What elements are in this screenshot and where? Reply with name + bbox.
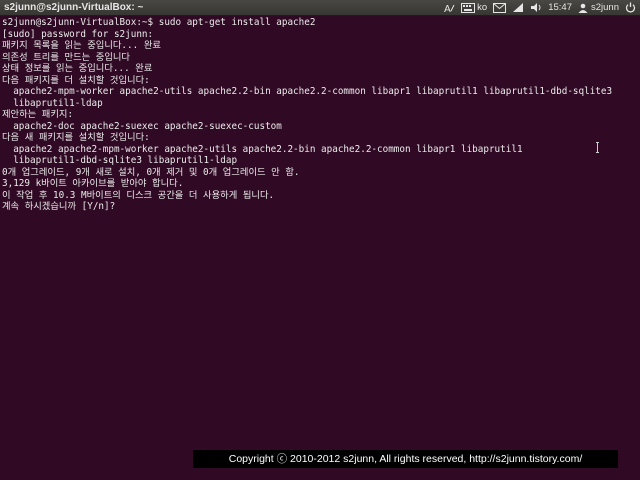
terminal-prompt-line: 계속 하시겠습니까 [Y/n]?: [2, 201, 116, 212]
input-method-indicator[interactable]: ko: [461, 0, 487, 15]
terminal-line: 이 작업 후 10.3 M바이트의 디스크 공간을 더 사용하게 됩니다.: [2, 189, 275, 201]
clock[interactable]: 15:47: [548, 0, 572, 15]
terminal-line: 다음 패키지를 더 설치할 것입니다:: [2, 74, 150, 86]
terminal-line: 다음 새 패키지를 설치할 것입니다:: [2, 132, 150, 143]
copyright-watermark: Copyright ⓒ 2010-2012 s2junn, All rights…: [193, 450, 618, 468]
terminal-line: s2junn@s2junn-VirtualBox:~$ sudo apt-get…: [2, 17, 316, 28]
terminal-line: libaprutil1-ldap: [2, 97, 103, 109]
terminal-line: 패키지 목록을 읽는 중입니다... 완료: [2, 40, 161, 51]
terminal-line: libaprutil1-dbd-sqlite3 libaprutil1-ldap: [2, 155, 238, 166]
terminal-line: 제안하는 패키지:: [2, 109, 74, 120]
indicator-area: A ko 15:47 s2junn: [443, 0, 636, 15]
terminal-line: apache2-doc apache2-suexec apache2-suexe…: [2, 120, 282, 132]
terminal-line: 3,129 k바이트 아카이브를 받아야 합니다.: [2, 178, 184, 189]
terminal-output[interactable]: s2junn@s2junn-VirtualBox:~$ sudo apt-get…: [0, 16, 640, 480]
volume-icon[interactable]: [530, 0, 542, 15]
svg-text:A: A: [444, 4, 451, 14]
terminal-line: apache2 apache2-mpm-worker apache2-utils…: [2, 143, 523, 155]
terminal-line: [sudo] password for s2junn:: [2, 28, 154, 40]
window-title: s2junn@s2junn-VirtualBox: ~: [4, 2, 144, 13]
terminal-line: 상태 정보를 읽는 중입니다... 완료: [2, 63, 153, 74]
network-icon[interactable]: [512, 0, 524, 15]
top-panel: s2junn@s2junn-VirtualBox: ~ A ko 15:47 s…: [0, 0, 640, 16]
user-name: s2junn: [591, 2, 619, 13]
terminal-line: 0개 업그레이드, 9개 새로 설치, 0개 제거 및 0개 업그레이드 안 함…: [2, 166, 300, 178]
mail-icon[interactable]: [493, 0, 507, 15]
power-icon[interactable]: [625, 0, 636, 15]
terminal-line: apache2-mpm-worker apache2-utils apache2…: [2, 86, 613, 97]
terminal-line: 의존성 트리를 만드는 중입니다: [2, 51, 130, 63]
mouse-ibeam-cursor-icon: [596, 142, 600, 153]
keyboard-icon[interactable]: A: [443, 0, 455, 15]
user-icon: [578, 3, 588, 13]
user-menu[interactable]: s2junn: [578, 0, 619, 15]
input-method-label: ko: [477, 2, 488, 13]
